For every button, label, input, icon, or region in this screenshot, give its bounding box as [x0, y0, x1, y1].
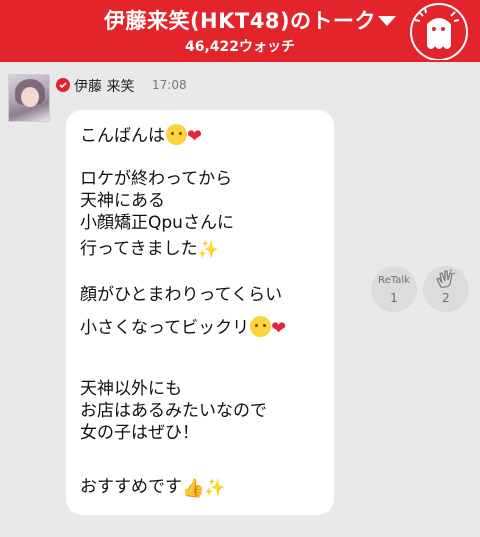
verified-badge-icon [56, 78, 70, 92]
sparkle-icon: ✨ [197, 240, 219, 260]
message-text: こんばんは [80, 126, 165, 146]
clap-button[interactable]: 2 [423, 266, 469, 312]
heart-icon: ❤ [187, 126, 203, 147]
header-bar: 伊藤来笑(HKT48)のトーク 46,422ウォッチ [0, 0, 480, 62]
message-line: ロケが終わってから [80, 169, 233, 189]
message-bubble: こんばんは ❤ ロケが終わってから 天神にある 小顔矯正Qpuさんに 行ってきまし… [66, 110, 334, 515]
message-line: 天神以外にも [80, 379, 182, 399]
message-line: 女の子はぜひ！ [80, 423, 199, 443]
ghost-mascot-icon[interactable] [405, 2, 469, 60]
sparkle-icon: ✨ [204, 478, 226, 498]
message-line: 小顔矯正Qpuさんに [80, 213, 234, 233]
message-text: 小さくなってビックリ [80, 318, 250, 338]
thumbs-up-icon: 👍 [182, 478, 205, 499]
retalk-label: ReTalk [378, 275, 410, 286]
message-line: おすすめです👍✨ [80, 476, 226, 500]
message-line: お店はあるみたいなので [80, 401, 267, 421]
sender-name[interactable]: 伊藤 来笑 [74, 76, 134, 96]
message-text: 行ってきました [80, 239, 198, 259]
message-line: 顔がひとまわりってくらい [80, 285, 283, 305]
surprised-emoji-icon [250, 316, 272, 337]
avatar-face [21, 87, 39, 107]
message-line: こんばんは ❤ [80, 124, 202, 148]
smile-emoji-icon [166, 124, 187, 145]
retalk-button[interactable]: ReTalk 1 [371, 266, 417, 312]
message-time: 17:08 [152, 78, 187, 92]
clap-count: 2 [442, 291, 450, 305]
clap-hands-icon [436, 269, 456, 288]
message-line: 行ってきました✨ [80, 238, 219, 261]
avatar[interactable] [8, 74, 50, 122]
heart-icon: ❤ [271, 318, 287, 339]
message-line: 小さくなってビックリ ❤ [80, 316, 286, 340]
message-text: おすすめです [80, 477, 182, 497]
retalk-count: 1 [390, 291, 398, 305]
message-line: 天神にある [80, 191, 165, 211]
chevron-down-icon[interactable] [378, 16, 396, 26]
